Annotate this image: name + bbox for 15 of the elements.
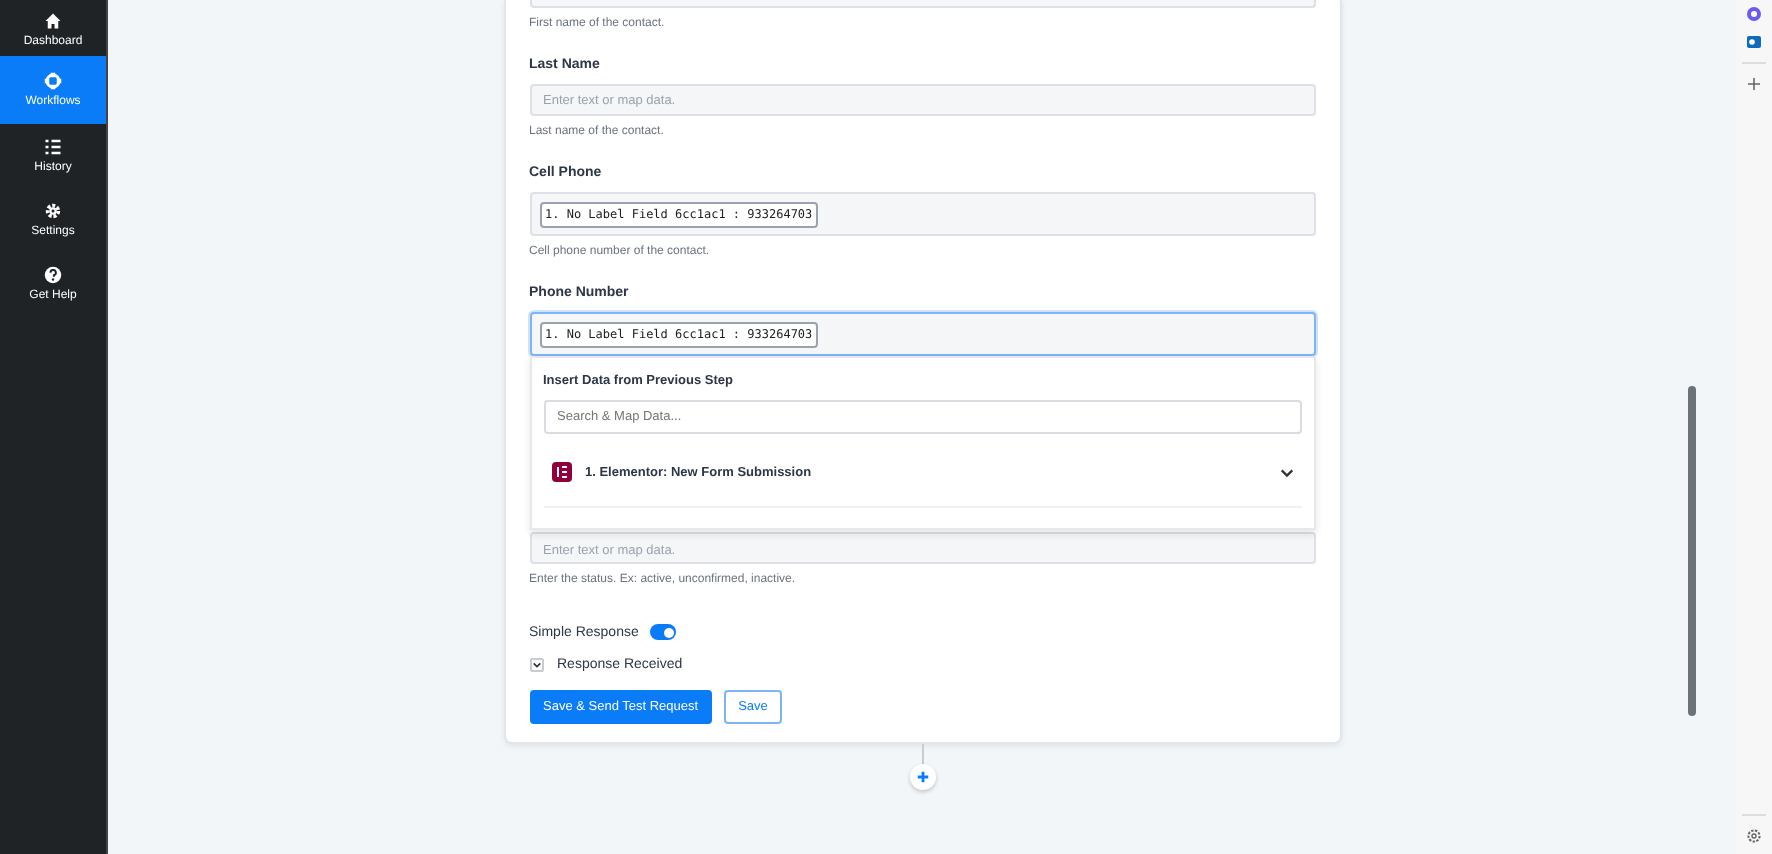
help-icon [44, 266, 62, 284]
workflow-icon [44, 72, 62, 90]
copilot-icon[interactable] [1746, 6, 1762, 22]
list-icon [44, 138, 62, 156]
add-icon[interactable] [1746, 76, 1762, 92]
settings-icon[interactable] [1746, 828, 1762, 844]
app-logo-icon [551, 462, 571, 482]
mail-icon[interactable] [1746, 34, 1762, 50]
plus-icon [915, 770, 929, 784]
settings-icon [44, 202, 62, 220]
expand-button[interactable] [529, 658, 543, 672]
scrollbar[interactable] [1688, 386, 1696, 716]
add-step-button[interactable] [909, 764, 935, 790]
home-icon [44, 12, 62, 30]
toggle-switch[interactable] [650, 624, 677, 640]
